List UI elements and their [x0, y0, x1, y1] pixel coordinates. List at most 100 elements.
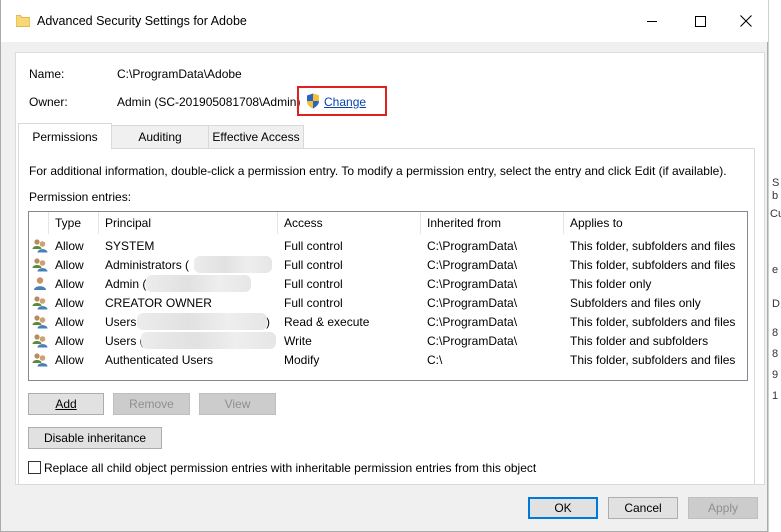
cell-principal: Admin ( — [105, 276, 147, 291]
instructions-text: For additional information, double-click… — [29, 164, 727, 178]
owner-value: Admin (SC-201905081708\Admin) — [117, 95, 301, 109]
cell-type: Allow — [55, 352, 84, 367]
cell-access: Write — [284, 333, 312, 348]
users-group-icon — [32, 296, 48, 310]
uac-shield-icon — [307, 93, 319, 109]
cell-access: Full control — [284, 295, 343, 310]
remove-button-label: Remove — [129, 397, 174, 411]
ok-button[interactable]: OK — [528, 497, 598, 519]
maximize-icon — [694, 15, 706, 27]
cell-principal: CREATOR OWNER — [105, 295, 212, 310]
user-icon — [34, 277, 46, 290]
cell-applies: This folder, subfolders and files — [570, 314, 736, 329]
close-button[interactable] — [723, 0, 769, 42]
cell-inherited: C:\ProgramData\ — [427, 314, 518, 329]
cell-type: Allow — [55, 295, 84, 310]
name-label: Name: — [29, 67, 65, 81]
column-header-access[interactable]: Access — [278, 212, 421, 234]
users-group-icon — [32, 353, 48, 367]
remove-button[interactable]: Remove — [113, 393, 190, 415]
cell-type: Allow — [55, 314, 84, 329]
column-header-type[interactable]: Type — [49, 212, 99, 234]
permission-entries-list[interactable]: Type Principal Access Inherited from App… — [28, 211, 748, 381]
background-text: b — [772, 190, 779, 202]
cell-access: Full control — [284, 257, 343, 272]
replace-child-permissions-checkbox[interactable] — [28, 461, 41, 474]
disable-inheritance-button[interactable]: Disable inheritance — [28, 427, 162, 449]
view-button[interactable]: View — [199, 393, 276, 415]
cell-type: Allow — [55, 276, 84, 291]
cancel-button[interactable]: Cancel — [608, 497, 678, 519]
add-button[interactable]: Add — [28, 393, 104, 415]
cell-type: Allow — [55, 257, 84, 272]
cell-applies: This folder only — [570, 276, 652, 291]
table-row[interactable]: Allow Authenticated Users Modify C:\ This fo… — [29, 350, 747, 369]
cell-access: Full control — [284, 276, 343, 291]
tab-auditing[interactable]: Auditing — [111, 125, 209, 148]
redacted-blur — [141, 332, 276, 349]
background-text: Cu — [770, 208, 781, 220]
security-settings-window: Advanced Security Settings for Adobe Nam… — [0, 0, 768, 532]
cell-applies: This folder, subfolders and files — [570, 352, 736, 367]
owner-label: Owner: — [29, 95, 68, 109]
column-header-principal[interactable]: Principal — [99, 212, 278, 234]
list-header: Type Principal Access Inherited from App… — [29, 212, 747, 234]
background-text: D — [772, 298, 780, 310]
table-row[interactable]: Allow Admin ( Full control C:\ProgramData\ T… — [29, 274, 747, 293]
permission-entries-label: Permission entries: — [29, 190, 132, 204]
apply-button-label: Apply — [707, 501, 739, 515]
background-text: 8 — [772, 327, 779, 339]
disable-inheritance-label: Disable inheritance — [43, 431, 147, 445]
users-group-icon — [32, 258, 48, 272]
cell-applies: This folder and subfolders — [570, 333, 709, 348]
column-icon-spacer — [29, 212, 49, 234]
cell-access: Modify — [284, 352, 320, 367]
add-button-label: Add — [55, 397, 77, 411]
name-value: C:\ProgramData\Adobe — [117, 67, 242, 81]
background-text: e — [772, 264, 779, 276]
table-row[interactable]: Allow Users (S Write C:\ProgramData\ This fo… — [29, 331, 747, 350]
minimize-icon — [646, 20, 657, 22]
view-button-label: View — [224, 397, 251, 411]
apply-button[interactable]: Apply — [688, 497, 758, 519]
background-text: 1 — [772, 390, 779, 402]
redacted-blur — [146, 275, 251, 292]
cell-principal: Administrators ( — [105, 257, 190, 272]
window-title: Advanced Security Settings for Adobe — [37, 14, 247, 28]
title-bar: Advanced Security Settings for Adobe — [1, 0, 768, 42]
column-header-inherited-from[interactable]: Inherited from — [421, 212, 564, 234]
ok-button-label: OK — [554, 501, 572, 515]
close-icon — [740, 15, 752, 27]
table-row[interactable]: Allow CREATOR OWNER Full control C:\Program… — [29, 293, 747, 312]
cell-principal: Authenticated Users — [105, 352, 214, 367]
cell-applies: Subfolders and files only — [570, 295, 701, 310]
folder-icon — [16, 15, 30, 27]
cell-principal: SYSTEM — [105, 238, 155, 253]
cell-inherited: C:\ProgramData\ — [427, 276, 518, 291]
tab-effective-access[interactable]: Effective Access — [208, 125, 304, 148]
cell-inherited: C:\ProgramData\ — [427, 295, 518, 310]
background-text: S — [772, 177, 780, 189]
cell-inherited: C:\ProgramData\ — [427, 333, 518, 348]
cell-access: Read & execute — [284, 314, 370, 329]
redacted-blur — [194, 256, 272, 273]
column-header-applies-to[interactable]: Applies to — [564, 212, 747, 234]
tab-permissions[interactable]: Permissions — [18, 123, 112, 149]
replace-child-permissions-label[interactable]: Replace all child object permission entr… — [44, 461, 536, 475]
background-text: 9 — [772, 369, 779, 381]
cell-inherited: C:\ProgramData\ — [427, 238, 518, 253]
maximize-button[interactable] — [677, 0, 723, 42]
cell-access: Full control — [284, 238, 343, 253]
cell-applies: This folder, subfolders and files — [570, 238, 736, 253]
cell-inherited: C:\ProgramData\ — [427, 257, 518, 272]
cell-type: Allow — [55, 333, 84, 348]
table-row[interactable]: Allow Administrators ( Full control C:\Prog… — [29, 255, 747, 274]
cell-inherited: C:\ — [427, 352, 443, 367]
users-group-icon — [32, 315, 48, 329]
background-text: 8 — [772, 348, 779, 360]
change-owner-link[interactable]: Change — [324, 95, 366, 109]
minimize-button[interactable] — [629, 0, 675, 42]
cell-type: Allow — [55, 238, 84, 253]
background-window-edge: S b Cu e D 8 8 9 1 — [768, 0, 781, 532]
table-row[interactable]: Allow SYSTEM Full control C:\ProgramData\ Th… — [29, 236, 747, 255]
